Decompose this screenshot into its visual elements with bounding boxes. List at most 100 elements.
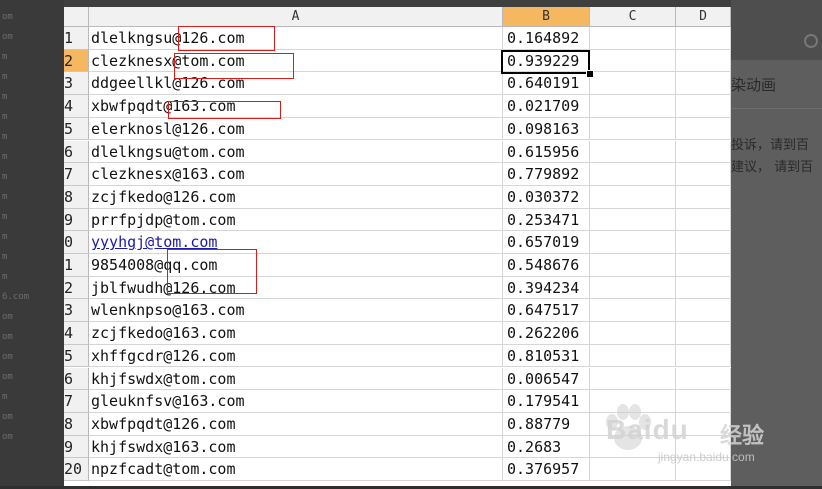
- cell-empty-d[interactable]: [676, 140, 731, 164]
- cell-empty-c[interactable]: [590, 299, 676, 323]
- select-all-corner[interactable]: [64, 7, 89, 27]
- row-header[interactable]: 0: [64, 231, 89, 254]
- cell-empty-c[interactable]: [590, 322, 676, 345]
- cell-email[interactable]: ddgeellkl@126.com: [89, 72, 503, 96]
- row-header[interactable]: 6: [64, 367, 89, 391]
- row-header[interactable]: 6: [64, 140, 89, 164]
- row-header[interactable]: 4: [64, 95, 89, 118]
- row-header[interactable]: 7: [64, 163, 89, 186]
- cell-email[interactable]: zcjfkedo@163.com: [89, 322, 503, 345]
- cell-empty-c[interactable]: [590, 95, 676, 118]
- cell-value[interactable]: 0.376957: [503, 458, 590, 481]
- cell-empty-c[interactable]: [590, 276, 676, 300]
- cell-value[interactable]: 0.262206: [503, 322, 590, 345]
- column-header-c[interactable]: C: [590, 7, 676, 27]
- cell-value[interactable]: 0.548676: [503, 254, 590, 277]
- cell-empty-d[interactable]: [676, 412, 731, 436]
- cell-empty-c[interactable]: [590, 117, 676, 141]
- column-header-a[interactable]: A: [89, 7, 503, 27]
- cell-email[interactable]: xhffgcdr@126.com: [89, 344, 503, 368]
- cell-email[interactable]: khjfswdx@tom.com: [89, 367, 503, 391]
- spreadsheet[interactable]: A B C D 1 dlelkngsu@126.com 0.164892 2 clezk…: [64, 7, 731, 489]
- cell-value[interactable]: 0.179541: [503, 390, 590, 413]
- cell-empty-d[interactable]: [676, 27, 731, 50]
- cell-value[interactable]: 0.657019: [503, 231, 590, 254]
- cell-value[interactable]: 0.2683: [503, 435, 590, 459]
- cell-empty-d[interactable]: [676, 117, 731, 141]
- cell-empty-c[interactable]: [590, 163, 676, 186]
- cell-email[interactable]: elerknosl@126.com: [89, 117, 503, 141]
- cell-email[interactable]: jblfwudh@126.com: [89, 276, 503, 300]
- row-header[interactable]: 1: [64, 254, 89, 277]
- row-header[interactable]: 3: [64, 299, 89, 323]
- cell-empty-c[interactable]: [590, 458, 676, 481]
- cell-value[interactable]: 0.779892: [503, 163, 590, 186]
- cell-value[interactable]: 0.615956: [503, 140, 590, 164]
- cell-email[interactable]: 9854008@qq.com: [89, 254, 503, 277]
- cell-empty-c[interactable]: [590, 27, 676, 50]
- row-header[interactable]: 9: [64, 208, 89, 232]
- cell-value[interactable]: 0.006547: [503, 367, 590, 391]
- cell-value[interactable]: 0.647517: [503, 299, 590, 323]
- cell-empty-d[interactable]: [676, 49, 731, 73]
- cell-email[interactable]: clezknesx@tom.com: [89, 49, 503, 73]
- cell-email[interactable]: zcjfkedo@126.com: [89, 185, 503, 209]
- cell-empty-c[interactable]: [590, 185, 676, 209]
- row-header[interactable]: 2: [64, 49, 89, 73]
- cell-empty-c[interactable]: [590, 412, 676, 436]
- cell-empty-d[interactable]: [676, 322, 731, 345]
- cell-value[interactable]: 0.88779: [503, 412, 590, 436]
- cell-empty-d[interactable]: [676, 185, 731, 209]
- cell-empty-d[interactable]: [676, 231, 731, 254]
- cell-empty-c[interactable]: [590, 367, 676, 391]
- cell-value[interactable]: 0.939229: [503, 49, 590, 73]
- row-header[interactable]: 7: [64, 390, 89, 413]
- column-header-d[interactable]: D: [676, 7, 731, 27]
- cell-email[interactable]: clezknesx@163.com: [89, 163, 503, 186]
- cell-empty-d[interactable]: [676, 208, 731, 232]
- cell-email[interactable]: yyyhgj@tom.com: [89, 231, 503, 254]
- cell-empty-c[interactable]: [590, 435, 676, 459]
- cell-empty-c[interactable]: [590, 254, 676, 277]
- cell-empty-c[interactable]: [590, 344, 676, 368]
- cell-empty-d[interactable]: [676, 299, 731, 323]
- cell-email[interactable]: npzfcadt@tom.com: [89, 458, 503, 481]
- cell-empty-c[interactable]: [590, 390, 676, 413]
- cell-value[interactable]: 0.810531: [503, 344, 590, 368]
- cell-empty-c[interactable]: [590, 72, 676, 96]
- cell-email[interactable]: xbwfpqdt@163.com: [89, 95, 503, 118]
- cell-empty-d[interactable]: [676, 390, 731, 413]
- cell-email[interactable]: xbwfpqdt@126.com: [89, 412, 503, 436]
- cell-email[interactable]: khjfswdx@163.com: [89, 435, 503, 459]
- cell-value[interactable]: 0.640191: [503, 72, 590, 96]
- cell-value[interactable]: 0.030372: [503, 185, 590, 209]
- cell-email[interactable]: wlenknpso@163.com: [89, 299, 503, 323]
- cell-empty-c[interactable]: [590, 231, 676, 254]
- cell-empty-d[interactable]: [676, 163, 731, 186]
- row-header[interactable]: 5: [64, 117, 89, 141]
- column-header-b[interactable]: B: [503, 7, 590, 27]
- row-header[interactable]: 3: [64, 72, 89, 96]
- cell-empty-c[interactable]: [590, 49, 676, 73]
- row-header[interactable]: 8: [64, 412, 89, 436]
- row-header[interactable]: 9: [64, 435, 89, 459]
- cell-empty-d[interactable]: [676, 95, 731, 118]
- cell-empty-c[interactable]: [590, 208, 676, 232]
- row-header[interactable]: 1: [64, 27, 89, 50]
- cell-email[interactable]: gleuknfsv@163.com: [89, 390, 503, 413]
- cell-email[interactable]: dlelkngsu@tom.com: [89, 140, 503, 164]
- cell-value[interactable]: 0.098163: [503, 117, 590, 141]
- cell-empty-d[interactable]: [676, 276, 731, 300]
- cell-empty-d[interactable]: [676, 254, 731, 277]
- cell-email[interactable]: prrfpjdp@tom.com: [89, 208, 503, 232]
- cell-value[interactable]: 0.253471: [503, 208, 590, 232]
- cell-empty-d[interactable]: [676, 72, 731, 96]
- row-header[interactable]: 2: [64, 276, 89, 300]
- row-header[interactable]: 4: [64, 322, 89, 345]
- cell-empty-d[interactable]: [676, 367, 731, 391]
- cell-email[interactable]: dlelkngsu@126.com: [89, 27, 503, 50]
- cell-value[interactable]: 0.021709: [503, 95, 590, 118]
- cell-empty-d[interactable]: [676, 458, 731, 481]
- row-header[interactable]: 5: [64, 344, 89, 368]
- cell-empty-d[interactable]: [676, 344, 731, 368]
